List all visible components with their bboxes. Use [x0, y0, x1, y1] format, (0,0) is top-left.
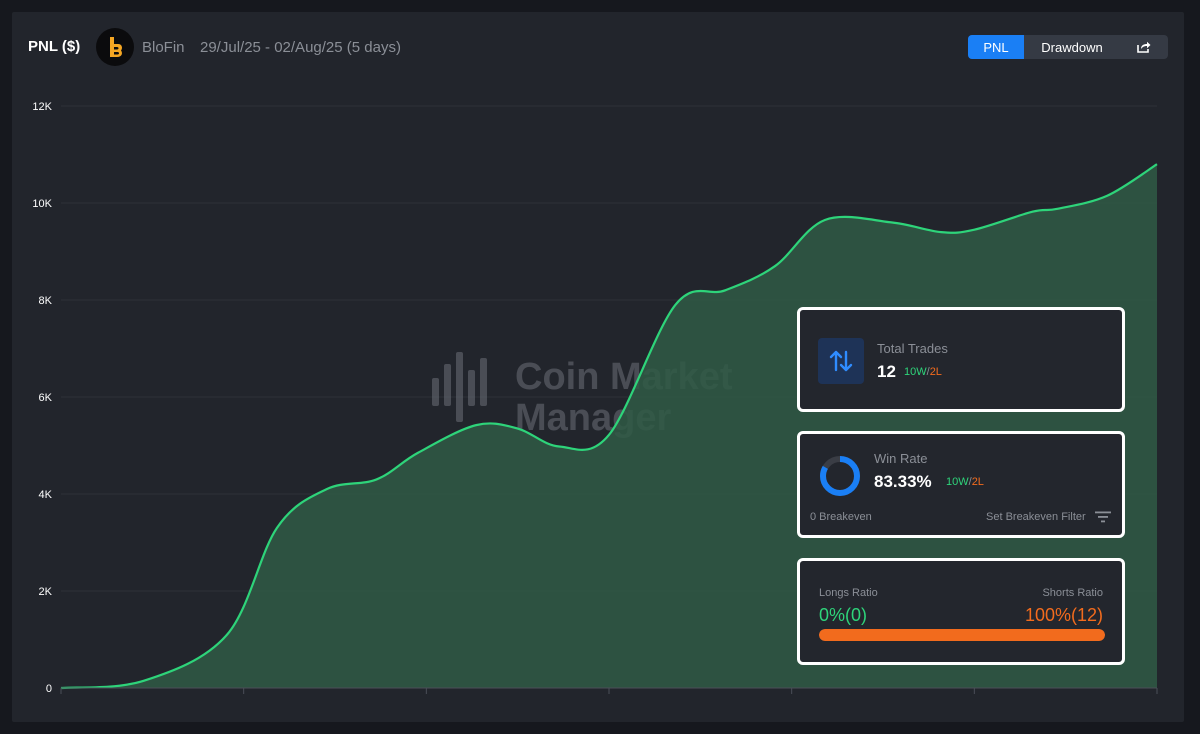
pnl-panel: PNL ($) BloFin 29/Jul/25 - 02/Aug/25 (5 …: [12, 12, 1184, 722]
total-trades-wins: 10W: [904, 366, 927, 378]
y-tick-label: 0: [46, 683, 52, 695]
filter-icon[interactable]: [1094, 510, 1112, 524]
total-trades-card: Total Trades 12 10W/2L: [797, 307, 1125, 412]
shorts-ratio-label: Shorts Ratio: [1042, 587, 1103, 599]
shorts-ratio-fill: [819, 629, 1105, 641]
shorts-ratio-value: 100%(12): [1024, 605, 1103, 625]
y-tick-label: 6K: [39, 392, 53, 404]
win-rate-wl: 10W/2L: [946, 476, 984, 488]
x-axis-ticks: [60, 688, 1158, 694]
win-rate-losses: 2L: [971, 476, 984, 488]
win-rate-value: 83.33%: [874, 472, 932, 491]
win-rate-donut: [820, 456, 860, 496]
longs-ratio-label: Longs Ratio: [819, 587, 878, 599]
ratio-bar: [819, 629, 1105, 641]
y-axis-ticks: 0 2K 4K 6K 8K 10K 12K: [32, 101, 52, 695]
y-tick-label: 10K: [32, 198, 52, 210]
arrows-up-down-icon: [818, 338, 864, 384]
watermark-bars-icon: [432, 352, 487, 422]
long-short-ratio-card: Longs Ratio Shorts Ratio 0%(0) 100%(12): [797, 558, 1125, 665]
total-trades-label: Total Trades: [877, 341, 948, 356]
set-breakeven-filter[interactable]: Set Breakeven Filter: [986, 511, 1086, 523]
win-rate-label: Win Rate: [874, 451, 928, 466]
breakeven-count: 0 Breakeven: [810, 511, 872, 523]
win-rate-wins: 10W: [946, 476, 969, 488]
longs-ratio-value: 0%(0): [819, 605, 868, 625]
y-tick-label: 4K: [39, 489, 53, 501]
y-tick-label: 8K: [39, 295, 53, 307]
y-tick-label: 2K: [39, 586, 53, 598]
win-rate-card: Win Rate 83.33% 10W/2L 0 Breakeven Set B…: [797, 431, 1125, 538]
total-trades-wl: 10W/2L: [904, 366, 942, 378]
total-trades-value: 12: [877, 362, 896, 381]
total-trades-losses: 2L: [929, 366, 942, 378]
y-tick-label: 12K: [32, 101, 52, 113]
